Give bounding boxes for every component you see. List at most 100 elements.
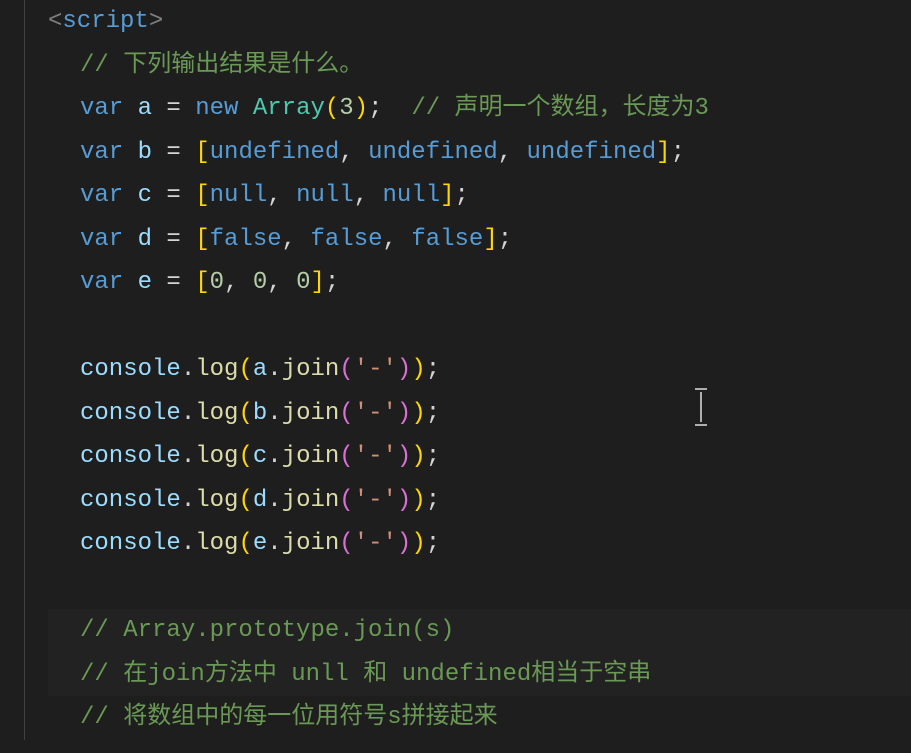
- punct: .: [181, 479, 195, 522]
- blank-line: [48, 305, 911, 349]
- punct: ;: [325, 261, 339, 304]
- paren: (: [339, 392, 353, 435]
- constant: false: [210, 218, 282, 261]
- variable: c: [253, 435, 267, 478]
- variable: d: [253, 479, 267, 522]
- paren: ): [397, 348, 411, 391]
- variable: a: [138, 87, 152, 130]
- indent-guide: [24, 0, 27, 740]
- punct: .: [267, 348, 281, 391]
- method: join: [282, 392, 340, 435]
- comment: // Array.prototype.join(s): [80, 609, 454, 652]
- paren: ): [411, 435, 425, 478]
- object: console: [80, 348, 181, 391]
- punct: ,: [498, 131, 527, 174]
- paren: (: [339, 479, 353, 522]
- code-line: var a = new Array(3); // 声明一个数组，长度为3: [48, 87, 911, 131]
- punct: .: [181, 435, 195, 478]
- method: join: [282, 522, 340, 565]
- paren: (: [325, 87, 339, 130]
- number: 0: [296, 261, 310, 304]
- constant: false: [411, 218, 483, 261]
- code-line: // 在join方法中 unll 和 undefined相当于空串: [48, 653, 911, 697]
- punct: .: [181, 348, 195, 391]
- code-line: var c = [null, null, null];: [48, 174, 911, 218]
- punct: .: [267, 479, 281, 522]
- punct: ,: [267, 174, 296, 217]
- number: 3: [339, 87, 353, 130]
- comment: // 声明一个数组，长度为3: [411, 87, 709, 130]
- paren: (: [238, 392, 252, 435]
- string: '-': [354, 392, 397, 435]
- punct: ;: [426, 479, 440, 522]
- method: log: [195, 435, 238, 478]
- text-cursor-icon: [700, 392, 702, 422]
- paren: (: [238, 348, 252, 391]
- punct: .: [267, 392, 281, 435]
- variable: c: [138, 174, 152, 217]
- punct: .: [181, 392, 195, 435]
- punct: ,: [224, 261, 253, 304]
- number: 0: [210, 261, 224, 304]
- code-line: console.log(b.join('-'));: [48, 392, 911, 436]
- code-line: // 将数组中的每一位用符号s拼接起来: [48, 696, 911, 740]
- code-line: <script>: [48, 0, 911, 44]
- bracket: ]: [440, 174, 454, 217]
- keyword: var: [80, 261, 123, 304]
- string: '-': [354, 348, 397, 391]
- punct: ;: [426, 522, 440, 565]
- tag-bracket: <: [48, 0, 62, 43]
- code-line: // Array.prototype.join(s): [48, 609, 911, 653]
- paren: (: [238, 522, 252, 565]
- constant: undefined: [368, 131, 498, 174]
- punct: ;: [426, 392, 440, 435]
- paren: (: [339, 435, 353, 478]
- code-line: var e = [0, 0, 0];: [48, 261, 911, 305]
- paren: (: [238, 479, 252, 522]
- constant: undefined: [210, 131, 340, 174]
- number: 0: [253, 261, 267, 304]
- code-line: // 下列输出结果是什么。: [48, 44, 911, 88]
- paren: ): [411, 479, 425, 522]
- object: console: [80, 392, 181, 435]
- operator: =: [152, 261, 195, 304]
- bracket: [: [195, 261, 209, 304]
- string: '-': [354, 435, 397, 478]
- code-line: console.log(d.join('-'));: [48, 479, 911, 523]
- punct: ;: [455, 174, 469, 217]
- string: '-': [354, 479, 397, 522]
- punct: ,: [339, 131, 368, 174]
- code-line: var b = [undefined, undefined, undefined…: [48, 131, 911, 175]
- code-line: console.log(c.join('-'));: [48, 435, 911, 479]
- constant: null: [296, 174, 354, 217]
- operator: =: [152, 174, 195, 217]
- method: log: [195, 392, 238, 435]
- constant: null: [210, 174, 268, 217]
- bracket: ]: [311, 261, 325, 304]
- code-line: var d = [false, false, false];: [48, 218, 911, 262]
- blank-line: [48, 566, 911, 610]
- bracket: [: [195, 174, 209, 217]
- code-line: console.log(e.join('-'));: [48, 522, 911, 566]
- object: console: [80, 522, 181, 565]
- operator: =: [152, 218, 195, 261]
- punct: ,: [282, 218, 311, 261]
- paren: (: [339, 522, 353, 565]
- class-name: Array: [253, 87, 325, 130]
- keyword: new: [195, 87, 238, 130]
- paren: ): [411, 348, 425, 391]
- bracket: ]: [483, 218, 497, 261]
- code-editor[interactable]: <script> // 下列输出结果是什么。 var a = new Array…: [0, 0, 911, 740]
- variable: b: [253, 392, 267, 435]
- string: '-': [354, 522, 397, 565]
- paren: (: [238, 435, 252, 478]
- variable: a: [253, 348, 267, 391]
- constant: null: [383, 174, 441, 217]
- variable: d: [138, 218, 152, 261]
- paren: (: [339, 348, 353, 391]
- punct: ;: [426, 348, 440, 391]
- paren: ): [397, 435, 411, 478]
- paren: ): [397, 392, 411, 435]
- punct: ,: [267, 261, 296, 304]
- paren: ): [397, 522, 411, 565]
